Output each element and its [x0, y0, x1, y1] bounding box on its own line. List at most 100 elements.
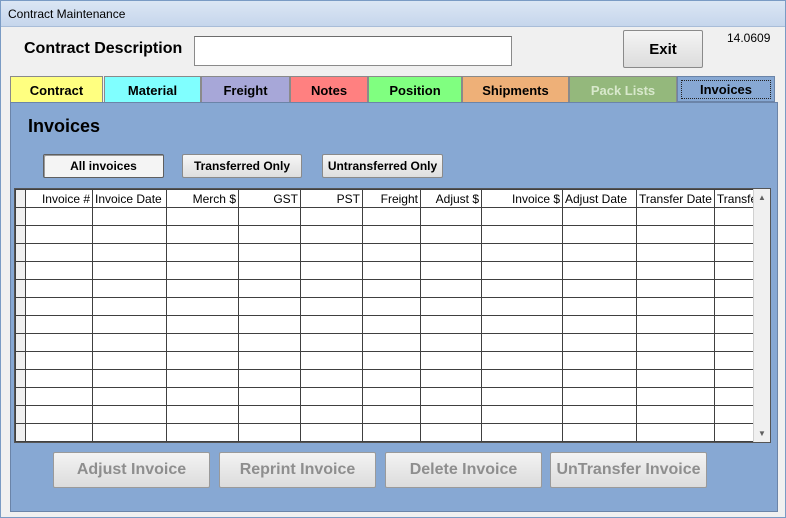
table-row[interactable] — [15, 261, 761, 280]
table-cell[interactable] — [562, 243, 637, 262]
table-row[interactable] — [15, 207, 761, 226]
table-cell[interactable] — [562, 297, 637, 316]
table-cell[interactable] — [300, 315, 363, 334]
row-selector[interactable] — [15, 333, 26, 352]
column-header[interactable]: Adjust $ — [420, 189, 482, 208]
table-cell[interactable] — [420, 225, 482, 244]
table-row[interactable] — [15, 351, 761, 370]
table-cell[interactable] — [420, 351, 482, 370]
tab-invoices[interactable]: Invoices — [677, 76, 775, 102]
row-selector[interactable] — [15, 261, 26, 280]
table-cell[interactable] — [636, 243, 715, 262]
grid-vertical-scrollbar[interactable]: ▲ ▼ — [753, 189, 770, 442]
table-cell[interactable] — [362, 369, 421, 388]
table-cell[interactable] — [481, 369, 563, 388]
table-cell[interactable] — [420, 261, 482, 280]
table-cell[interactable] — [25, 279, 93, 298]
table-cell[interactable] — [166, 225, 239, 244]
table-cell[interactable] — [238, 297, 301, 316]
table-cell[interactable] — [300, 297, 363, 316]
table-cell[interactable] — [481, 279, 563, 298]
table-cell[interactable] — [25, 243, 93, 262]
tab-pack-lists[interactable]: Pack Lists — [569, 76, 677, 103]
table-cell[interactable] — [92, 405, 167, 424]
table-cell[interactable] — [25, 225, 93, 244]
table-cell[interactable] — [420, 297, 482, 316]
table-cell[interactable] — [166, 315, 239, 334]
scroll-up-arrow-icon[interactable]: ▲ — [754, 189, 770, 206]
table-cell[interactable] — [362, 243, 421, 262]
table-cell[interactable] — [166, 333, 239, 352]
table-cell[interactable] — [636, 315, 715, 334]
table-cell[interactable] — [92, 279, 167, 298]
tab-freight[interactable]: Freight — [201, 76, 290, 103]
table-cell[interactable] — [562, 225, 637, 244]
table-cell[interactable] — [300, 405, 363, 424]
table-cell[interactable] — [92, 207, 167, 226]
table-cell[interactable] — [562, 333, 637, 352]
table-cell[interactable] — [92, 225, 167, 244]
table-cell[interactable] — [166, 279, 239, 298]
table-cell[interactable] — [300, 225, 363, 244]
table-cell[interactable] — [362, 315, 421, 334]
table-cell[interactable] — [636, 387, 715, 406]
table-cell[interactable] — [636, 261, 715, 280]
table-cell[interactable] — [92, 333, 167, 352]
table-cell[interactable] — [362, 279, 421, 298]
table-row[interactable] — [15, 423, 761, 442]
column-header[interactable]: Adjust Date — [562, 189, 637, 208]
table-cell[interactable] — [238, 225, 301, 244]
table-cell[interactable] — [636, 405, 715, 424]
table-cell[interactable] — [25, 423, 93, 442]
table-cell[interactable] — [300, 351, 363, 370]
tab-material[interactable]: Material — [104, 76, 201, 103]
table-cell[interactable] — [362, 423, 421, 442]
table-row[interactable] — [15, 369, 761, 388]
table-row[interactable] — [15, 243, 761, 262]
table-cell[interactable] — [362, 351, 421, 370]
table-cell[interactable] — [238, 207, 301, 226]
table-cell[interactable] — [166, 369, 239, 388]
table-cell[interactable] — [92, 243, 167, 262]
table-cell[interactable] — [420, 333, 482, 352]
table-cell[interactable] — [25, 333, 93, 352]
table-cell[interactable] — [166, 207, 239, 226]
table-cell[interactable] — [562, 261, 637, 280]
table-cell[interactable] — [362, 387, 421, 406]
table-cell[interactable] — [481, 333, 563, 352]
table-cell[interactable] — [166, 351, 239, 370]
table-cell[interactable] — [481, 387, 563, 406]
table-cell[interactable] — [562, 387, 637, 406]
table-cell[interactable] — [25, 261, 93, 280]
table-cell[interactable] — [25, 369, 93, 388]
table-cell[interactable] — [636, 369, 715, 388]
table-cell[interactable] — [420, 315, 482, 334]
table-row[interactable] — [15, 315, 761, 334]
table-row[interactable] — [15, 333, 761, 352]
table-cell[interactable] — [25, 405, 93, 424]
table-cell[interactable] — [238, 279, 301, 298]
table-cell[interactable] — [420, 243, 482, 262]
table-cell[interactable] — [166, 261, 239, 280]
table-cell[interactable] — [636, 423, 715, 442]
table-cell[interactable] — [562, 279, 637, 298]
column-header[interactable]: GST — [238, 189, 301, 208]
untransferred-only-button[interactable]: Untransferred Only — [322, 154, 443, 178]
row-selector[interactable] — [15, 297, 26, 316]
table-cell[interactable] — [362, 261, 421, 280]
table-cell[interactable] — [420, 405, 482, 424]
table-row[interactable] — [15, 225, 761, 244]
column-header[interactable]: Invoice Date — [92, 189, 167, 208]
reprint-invoice-button[interactable]: Reprint Invoice — [219, 452, 376, 488]
table-cell[interactable] — [92, 423, 167, 442]
scroll-down-arrow-icon[interactable]: ▼ — [754, 425, 770, 442]
table-cell[interactable] — [636, 225, 715, 244]
row-selector[interactable] — [15, 243, 26, 262]
tab-contract[interactable]: Contract — [10, 76, 103, 103]
table-cell[interactable] — [92, 369, 167, 388]
table-cell[interactable] — [481, 315, 563, 334]
all-invoices-button[interactable]: All invoices — [43, 154, 164, 178]
adjust-invoice-button[interactable]: Adjust Invoice — [53, 452, 210, 488]
delete-invoice-button[interactable]: Delete Invoice — [385, 452, 542, 488]
table-cell[interactable] — [300, 369, 363, 388]
